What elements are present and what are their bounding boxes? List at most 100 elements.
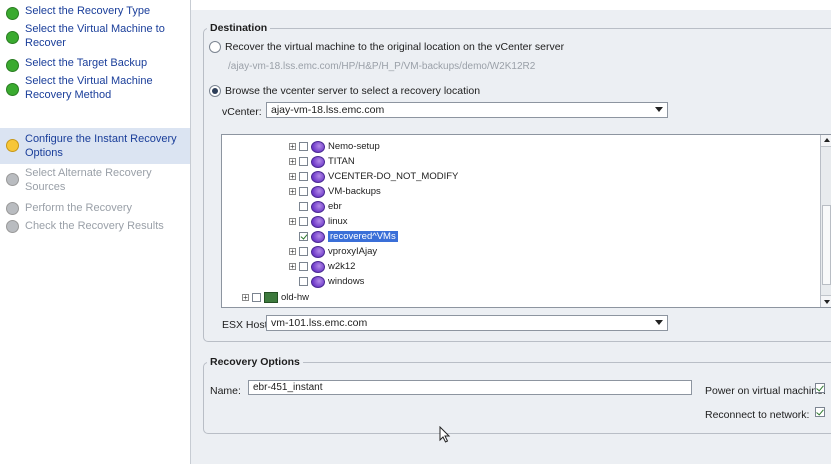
wizard-step-label: Select the Virtual Machine Recovery Meth… <box>25 75 153 101</box>
expand-icon[interactable]: + <box>289 158 296 166</box>
wizard-step-target-backup[interactable]: Select the Target Backup <box>0 56 190 74</box>
reconnect-checkbox[interactable] <box>815 407 825 417</box>
folder-icon <box>311 260 325 273</box>
radio-browse-location[interactable]: Browse the vcenter server to select a re… <box>209 85 480 97</box>
current-step-icon <box>6 139 19 152</box>
wizard-step-label: Select the Virtual Machine to Recover <box>25 23 165 49</box>
expand-icon[interactable]: + <box>289 263 296 271</box>
expand-icon[interactable]: + <box>289 173 296 181</box>
power-on-checkbox[interactable] <box>815 383 825 393</box>
tree-checkbox[interactable] <box>252 293 261 302</box>
tree-checkbox[interactable] <box>299 232 308 241</box>
tree-node[interactable]: + VM-backups <box>289 184 381 199</box>
tree-checkbox[interactable] <box>299 187 308 196</box>
wizard-step-virtual-machine[interactable]: Select the Virtual Machine to Recover <box>0 22 190 52</box>
wizard-step-label: Check the Recovery Results <box>25 220 164 232</box>
tree-checkbox[interactable] <box>299 277 308 286</box>
tree-node-label: linux <box>328 216 348 227</box>
tree-node[interactable]: ebr <box>289 199 342 214</box>
tree-scrollbar[interactable] <box>820 135 831 307</box>
radio-original-location[interactable]: Recover the virtual machine to the origi… <box>209 41 564 53</box>
top-strip <box>191 0 831 10</box>
wizard-step-label: Perform the Recovery <box>25 202 132 214</box>
wizard-step-alternate-sources[interactable]: Select Alternate Recovery Sources <box>0 166 190 196</box>
tree-checkbox[interactable] <box>299 247 308 256</box>
power-on-label: Power on virtual machine: <box>705 385 826 397</box>
tree-checkbox[interactable] <box>299 202 308 211</box>
expand-icon[interactable]: + <box>289 218 296 226</box>
tree-node[interactable]: windows <box>289 274 364 289</box>
pending-step-icon <box>6 173 19 186</box>
tree-node-label: w2k12 <box>328 261 356 272</box>
tree-node-label: windows <box>328 276 365 287</box>
folder-icon <box>311 155 325 168</box>
wizard-sidebar: Select the Recovery Type Select the Virt… <box>0 0 191 464</box>
tree-node[interactable]: + TITAN <box>289 154 355 169</box>
esx-host-select[interactable]: vm-101.lss.emc.com <box>266 315 668 331</box>
esx-host-value: vm-101.lss.emc.com <box>271 317 368 329</box>
folder-icon <box>311 215 325 228</box>
folder-icon <box>311 200 325 213</box>
tree-checkbox[interactable] <box>299 262 308 271</box>
tree-checkbox[interactable] <box>299 142 308 151</box>
tree-node[interactable]: + Nemo-setup <box>289 139 380 154</box>
tree-node[interactable]: + VCENTER-DO_NOT_MODIFY <box>289 169 458 184</box>
tree-node-label: Nemo-setup <box>328 141 380 152</box>
wizard-step-recovery-method[interactable]: Select the Virtual Machine Recovery Meth… <box>0 74 190 104</box>
wizard-step-label: Select the Recovery Type <box>25 5 151 17</box>
expand-icon[interactable]: + <box>289 188 296 196</box>
tree-node-label: VM-backups <box>328 186 381 197</box>
tree-node-label: ebr <box>328 201 342 212</box>
wizard-step-recovery-type[interactable]: Select the Recovery Type <box>0 4 190 22</box>
check-icon <box>6 7 19 20</box>
vcenter-select[interactable]: ajay-vm-18.lss.emc.com <box>266 102 668 118</box>
arrow-down-icon <box>824 300 830 304</box>
folder-icon <box>311 140 325 153</box>
reconnect-label: Reconnect to network: <box>705 409 810 421</box>
expand-icon[interactable]: + <box>242 294 249 302</box>
tree-node-label: vproxyIAjay <box>328 246 378 257</box>
scroll-up-button[interactable] <box>821 135 831 147</box>
tree-node-selected[interactable]: recovered^VMs <box>289 229 398 244</box>
tree-checkbox[interactable] <box>299 217 308 226</box>
scroll-thumb[interactable] <box>822 205 831 285</box>
scroll-down-button[interactable] <box>821 295 831 307</box>
destination-title: Destination <box>207 22 271 34</box>
pending-step-icon <box>6 202 19 215</box>
wizard-step-perform-recovery[interactable]: Perform the Recovery <box>0 201 190 217</box>
tree-node-label: VCENTER-DO_NOT_MODIFY <box>328 171 459 182</box>
esx-host-label: ESX Host: <box>222 319 271 331</box>
tree-node[interactable]: + linux <box>289 214 348 229</box>
radio-button[interactable] <box>209 41 221 53</box>
tree-checkbox[interactable] <box>299 157 308 166</box>
tree-connector <box>289 233 296 240</box>
wizard-step-check-results[interactable]: Check the Recovery Results <box>0 219 190 235</box>
vm-name-input[interactable]: ebr-451_instant <box>248 380 692 395</box>
tree-node-label: TITAN <box>328 156 355 167</box>
tree-connector <box>289 278 296 285</box>
tree-checkbox[interactable] <box>299 172 308 181</box>
folder-icon <box>311 245 325 258</box>
vm-name-value: ebr-451_instant <box>253 382 323 393</box>
folder-icon <box>311 230 325 243</box>
tree-connector <box>289 203 296 210</box>
wizard-step-label: Select the Target Backup <box>25 57 148 69</box>
tree-host-label: old-hw <box>281 292 309 303</box>
expand-icon[interactable]: + <box>289 248 296 256</box>
check-icon <box>6 59 19 72</box>
arrow-up-icon <box>824 138 830 142</box>
tree-node[interactable]: + w2k12 <box>289 259 355 274</box>
tree-node[interactable]: + vproxyIAjay <box>289 244 377 259</box>
folder-icon <box>311 170 325 183</box>
tree-host-node[interactable]: + old-hw <box>242 290 309 305</box>
original-path: /ajay-vm-18.lss.emc.com/HP/H&P/H_P/VM-ba… <box>228 61 536 72</box>
vcenter-value: ajay-vm-18.lss.emc.com <box>271 104 385 116</box>
wizard-step-instant-recovery-options[interactable]: Configure the Instant Recovery Options <box>0 128 190 164</box>
radio-button[interactable] <box>209 85 221 97</box>
vcenter-label: vCenter: <box>222 106 262 118</box>
expand-icon[interactable]: + <box>289 143 296 151</box>
radio-original-label: Recover the virtual machine to the origi… <box>225 41 565 53</box>
folder-tree[interactable]: + Nemo-setup + TITAN + VCENTER-DO_NOT_MO… <box>221 134 831 308</box>
host-icon <box>264 292 278 303</box>
name-label: Name: <box>210 385 241 397</box>
